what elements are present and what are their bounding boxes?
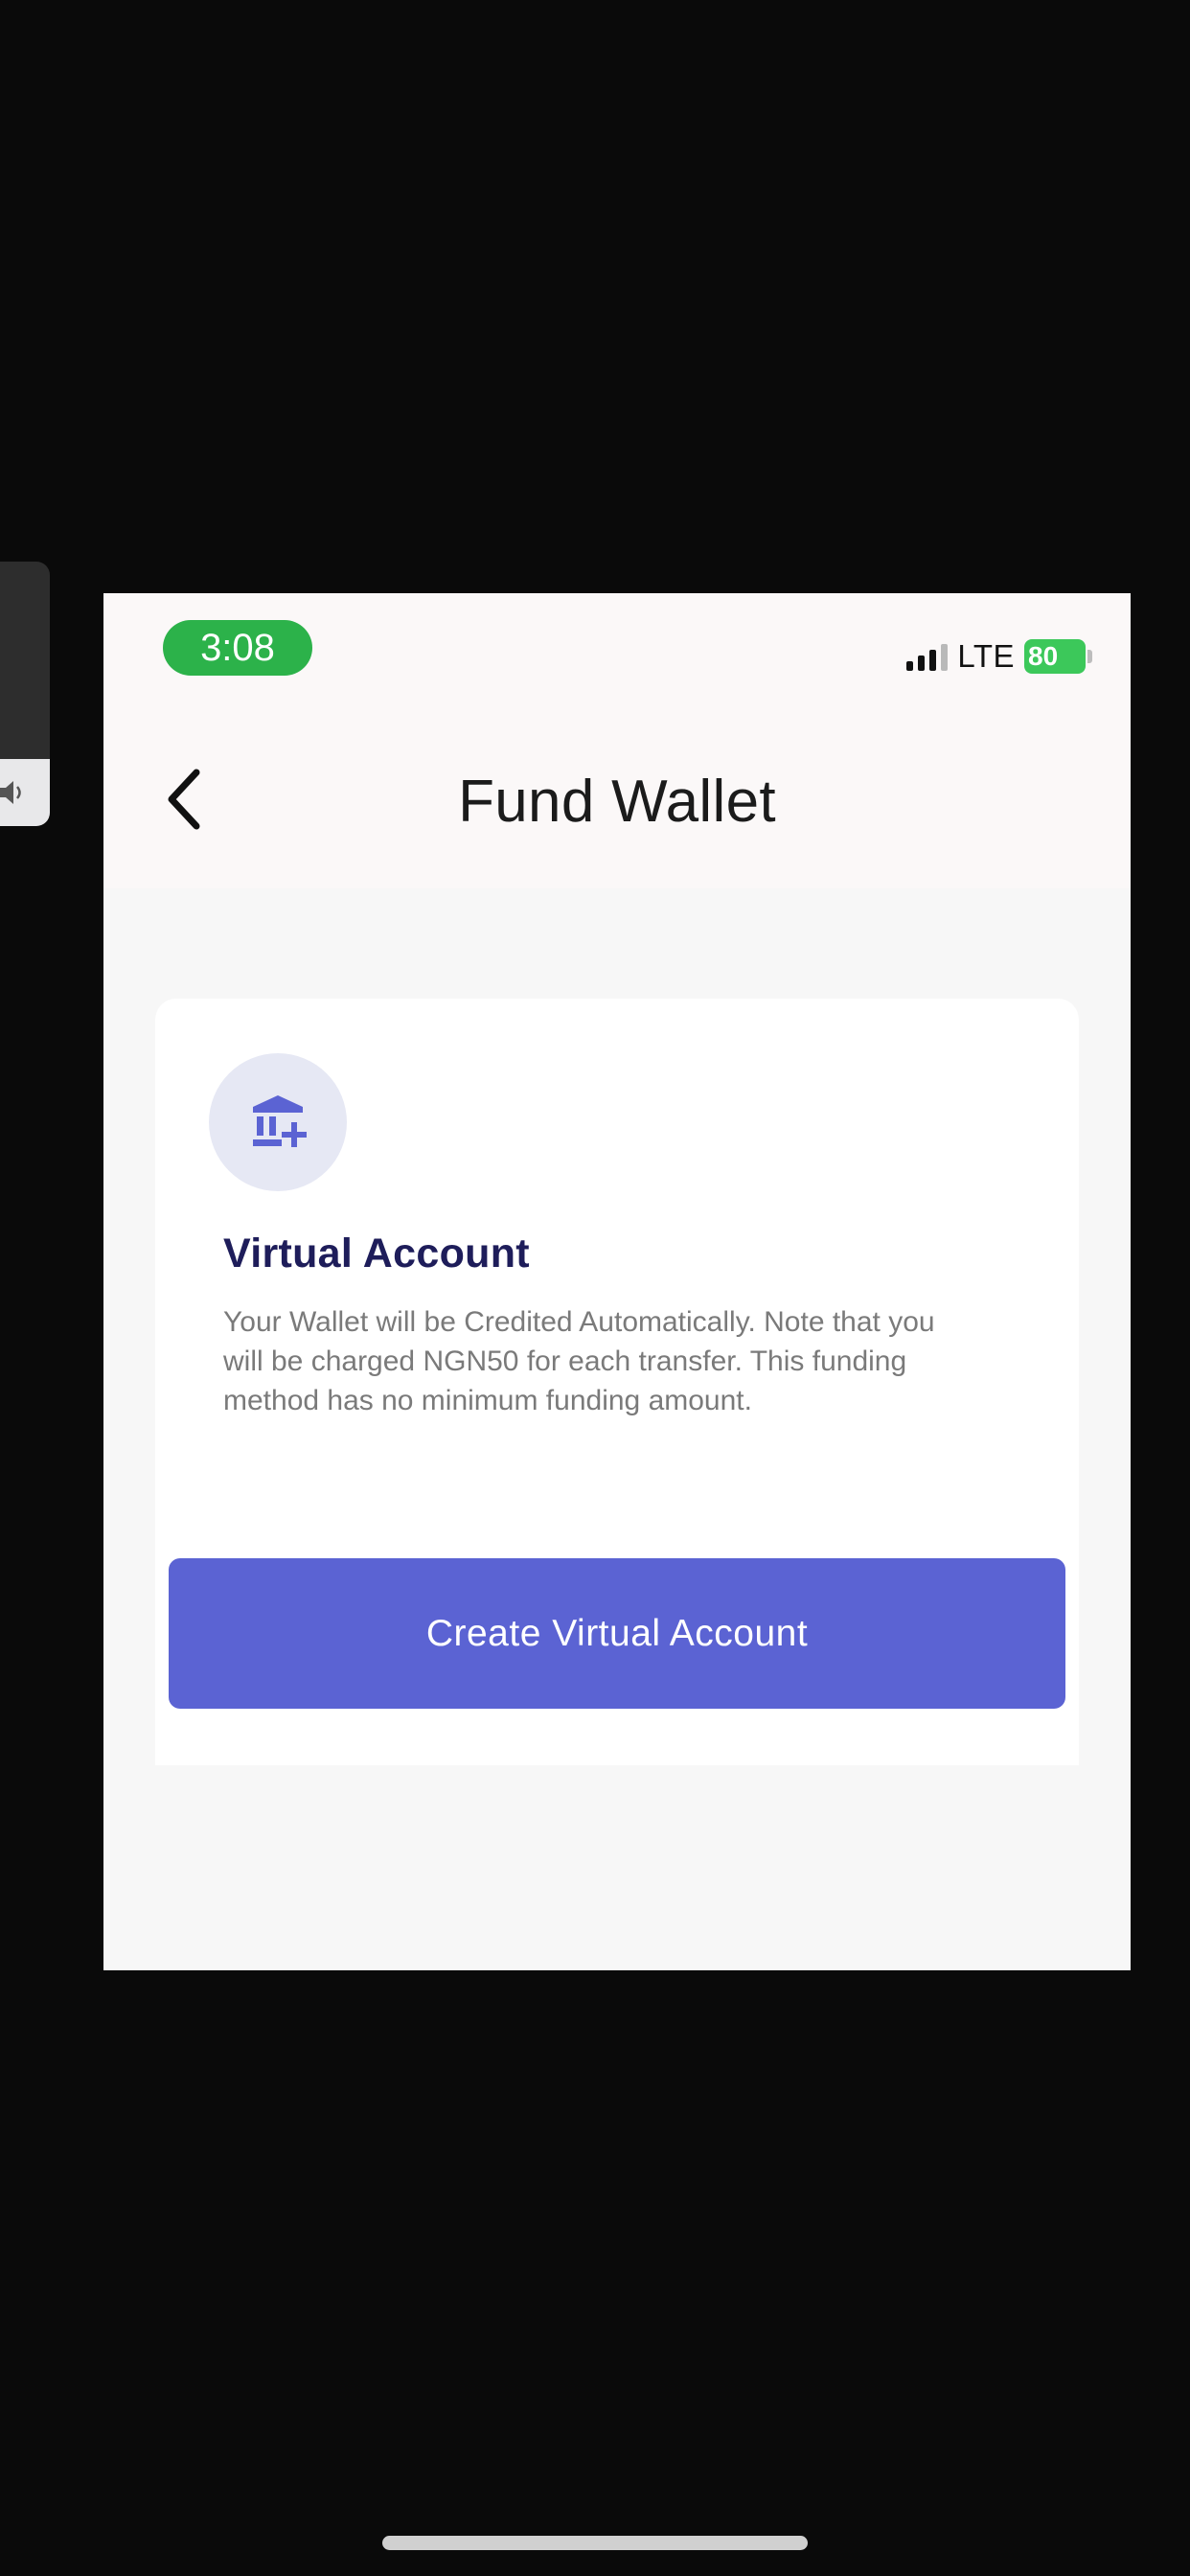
card-description: Your Wallet will be Credited Automatical… — [223, 1306, 935, 1416]
network-type: LTE — [957, 638, 1015, 674]
virtual-account-card: Virtual Account Your Wallet will be Cred… — [155, 999, 1079, 1765]
speaker-icon — [0, 781, 21, 804]
page-title: Fund Wallet — [458, 769, 776, 835]
battery-icon: 80 — [1024, 639, 1086, 674]
bank-add-icon — [253, 1095, 307, 1147]
volume-slider[interactable] — [0, 562, 50, 826]
home-indicator[interactable] — [382, 2536, 808, 2550]
status-indicators: LTE 80 — [906, 637, 1092, 676]
card-title: Virtual Account — [223, 1230, 530, 1276]
status-time: 3:08 — [163, 620, 312, 676]
signal-icon — [906, 642, 949, 671]
battery-tip — [1087, 650, 1092, 663]
status-bar: 3:08 LTE 80 — [103, 593, 1131, 699]
header: Fund Wallet — [103, 699, 1131, 888]
app-screen: 3:08 LTE 80 Fund Wallet Virtual Account … — [103, 593, 1131, 1970]
bank-badge — [209, 1053, 347, 1191]
battery-level: 80 — [1028, 641, 1059, 671]
create-virtual-account-button[interactable]: Create Virtual Account — [169, 1558, 1065, 1709]
screen-mirror-stage: 3:08 LTE 80 Fund Wallet Virtual Account … — [0, 0, 1190, 2576]
